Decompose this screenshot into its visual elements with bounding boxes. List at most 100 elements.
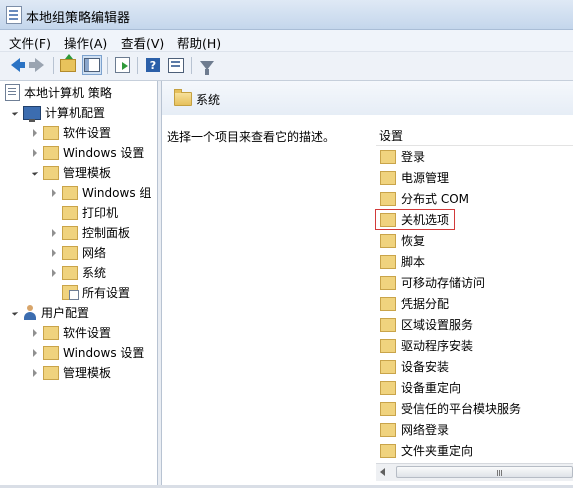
scrollbar-thumb[interactable]	[396, 466, 573, 478]
tree-label: 系统	[82, 266, 107, 280]
folder-icon	[43, 325, 59, 340]
folder-icon	[380, 296, 396, 311]
tree-label: 计算机配置	[45, 106, 106, 120]
menu-file[interactable]: 文件(F)	[9, 33, 51, 52]
export-list-button[interactable]	[112, 55, 132, 75]
folder-icon	[43, 345, 59, 360]
tree-label: 管理模板	[63, 366, 112, 380]
tree-node-cc-software[interactable]: 软件设置	[30, 123, 111, 142]
collapsed-arrow-icon[interactable]	[49, 188, 58, 197]
folder-icon	[380, 191, 396, 206]
tree-node-uc-windows[interactable]: Windows 设置	[30, 343, 144, 362]
folder-icon	[62, 205, 78, 220]
tree-node-cc-windows[interactable]: Windows 设置	[30, 143, 144, 162]
folder-icon	[43, 145, 59, 160]
filter-button[interactable]	[197, 55, 217, 75]
list-item[interactable]: 文件夹重定向	[376, 441, 573, 460]
filter-icon	[200, 60, 214, 75]
tree-node-computer-config[interactable]: 计算机配置	[10, 103, 105, 122]
list-item[interactable]: 受信任的平台模块服务	[376, 399, 573, 418]
list-item[interactable]: 设备安装	[376, 357, 573, 376]
toolbar-separator	[137, 57, 138, 74]
collapsed-arrow-icon[interactable]	[49, 248, 58, 257]
collapsed-arrow-icon[interactable]	[30, 368, 39, 377]
collapsed-arrow-icon[interactable]	[49, 268, 58, 277]
help-button[interactable]: ?	[143, 55, 163, 75]
forward-icon	[28, 58, 44, 72]
collapsed-arrow-icon[interactable]	[30, 348, 39, 357]
collapsed-arrow-icon[interactable]	[30, 148, 39, 157]
tree-node-windows-components[interactable]: Windows 组	[49, 183, 151, 202]
back-icon	[10, 58, 25, 72]
list-item[interactable]: 设备重定向	[376, 378, 573, 397]
user-icon	[23, 305, 37, 320]
tree-node-system[interactable]: 系统	[49, 263, 106, 282]
forward-button[interactable]	[28, 55, 49, 75]
list-item[interactable]: 可移动存储访问	[376, 273, 573, 292]
tree-node-local-policy[interactable]: 本地计算机 策略	[5, 83, 112, 102]
tree-node-user-config[interactable]: 用户配置	[10, 303, 89, 322]
window-title: 本地组策略编辑器	[26, 11, 131, 26]
folder-icon	[380, 380, 396, 395]
tree-label: 用户配置	[41, 306, 90, 320]
menu-action[interactable]: 操作(A)	[64, 33, 107, 52]
help-icon: ?	[146, 58, 160, 72]
menu-view[interactable]: 查看(V)	[121, 33, 164, 52]
details-pane: 系统 选择一个项目来查看它的描述。 设置 登录 电源管理 分布式 COM 关机选…	[162, 81, 573, 488]
collapsed-arrow-icon[interactable]	[30, 328, 39, 337]
folder-icon	[380, 254, 396, 269]
list-item[interactable]: 驱动程序安装	[376, 336, 573, 355]
list-item[interactable]: 恢复	[376, 231, 573, 250]
show-hide-tree-icon	[84, 58, 100, 72]
tree-label: 软件设置	[63, 126, 112, 140]
expanded-arrow-icon[interactable]	[10, 108, 19, 117]
folder-icon	[380, 275, 396, 290]
folder-icon	[380, 317, 396, 332]
settings-column-header[interactable]: 设置	[376, 125, 573, 146]
toolbar-separator	[53, 57, 54, 74]
folder-icon	[62, 225, 78, 240]
folder-icon	[43, 165, 59, 180]
folder-icon	[62, 245, 78, 260]
list-item[interactable]: 登录	[376, 147, 573, 166]
tree-node-network[interactable]: 网络	[49, 243, 106, 262]
horizontal-scrollbar[interactable]	[376, 463, 573, 481]
tree-node-all-settings[interactable]: 所有设置	[49, 283, 130, 302]
collapsed-arrow-icon[interactable]	[49, 228, 58, 237]
tree-node-cc-admin[interactable]: 管理模板	[30, 163, 111, 182]
list-item[interactable]: 网络登录	[376, 420, 573, 439]
tree-node-uc-software[interactable]: 软件设置	[30, 323, 111, 342]
computer-icon	[23, 105, 41, 122]
tree-node-control-panel[interactable]: 控制面板	[49, 223, 130, 242]
back-button[interactable]	[5, 55, 25, 75]
tree-label: Windows 设置	[63, 346, 145, 360]
list-item[interactable]: 区域设置服务	[376, 315, 573, 334]
policy-document-icon	[5, 84, 20, 101]
title-bar: 本地组策略编辑器	[0, 0, 573, 30]
list-item[interactable]: 分布式 COM	[376, 189, 573, 208]
column-label: 设置	[379, 129, 404, 143]
folder-icon	[43, 125, 59, 140]
tree-label: Windows 组	[82, 186, 152, 200]
expanded-arrow-icon[interactable]	[10, 308, 19, 317]
properties-button[interactable]	[166, 55, 186, 75]
show-hide-tree-button[interactable]	[82, 55, 102, 75]
folder-icon	[380, 443, 396, 458]
tree-label: 所有设置	[82, 286, 131, 300]
expanded-arrow-icon[interactable]	[30, 168, 39, 177]
tree-node-uc-admin[interactable]: 管理模板	[30, 363, 111, 382]
list-item[interactable]: 凭据分配	[376, 294, 573, 313]
grip-icon	[497, 470, 498, 476]
up-one-level-button[interactable]	[58, 53, 78, 75]
list-item[interactable]: 电源管理	[376, 168, 573, 187]
list-item-shutdown-options[interactable]: 关机选项	[375, 209, 455, 230]
tree-label: 本地计算机 策略	[24, 86, 112, 100]
scroll-left-icon[interactable]	[380, 468, 385, 476]
collapsed-arrow-icon[interactable]	[30, 128, 39, 137]
menu-help[interactable]: 帮助(H)	[177, 33, 221, 52]
folder-icon	[174, 89, 192, 106]
tree-node-printers[interactable]: 打印机	[49, 203, 118, 222]
list-item[interactable]: 脚本	[376, 252, 573, 271]
tree-label: 管理模板	[63, 166, 112, 180]
toolbar-separator	[107, 57, 108, 74]
